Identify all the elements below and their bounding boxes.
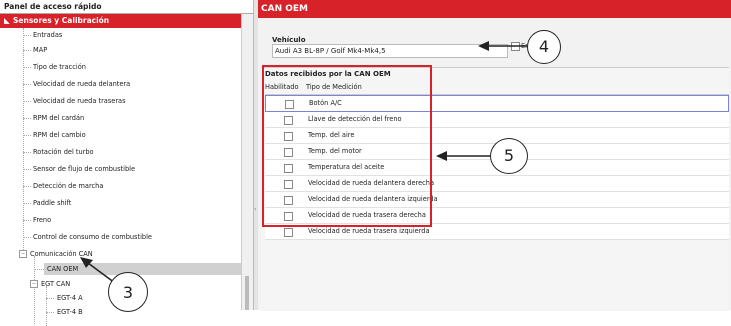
arrow-3-head [80, 257, 93, 268]
callout-5: 5 [490, 138, 528, 174]
arrow-4-head [478, 41, 489, 51]
annotation-arrows [80, 41, 527, 284]
arrow-5-head [436, 151, 447, 161]
callout-4: 4 [527, 30, 561, 64]
callout-3: 3 [108, 272, 148, 312]
